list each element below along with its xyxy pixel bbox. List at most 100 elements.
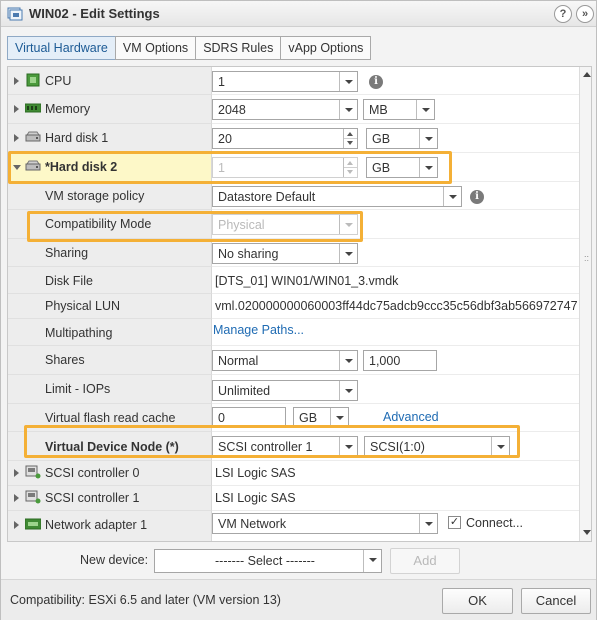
network-adapter-icon [25, 518, 41, 530]
sharing-row: Sharing No sharing [8, 239, 579, 267]
new-device-label: New device: [80, 553, 149, 567]
scroll-grip-icon[interactable]: :: [584, 254, 589, 263]
cpu-count-value: 1 [218, 75, 225, 89]
compatibility-text: Compatibility: ESXi 6.5 and later (VM ve… [10, 593, 281, 607]
tab-vapp-options[interactable]: vApp Options [280, 36, 372, 60]
scsi-controller-0-label: SCSI controller 0 [45, 466, 140, 480]
sharing-combo[interactable]: No sharing [212, 243, 358, 264]
sharing-label: Sharing [45, 246, 89, 260]
shares-label: Shares [45, 353, 85, 367]
scroll-up-icon[interactable] [583, 72, 591, 77]
memory-label: Memory [45, 102, 91, 116]
new-device-value: ------- Select ------- [215, 554, 315, 568]
scsi-controller-1-value: LSI Logic SAS [215, 491, 296, 505]
ok-button[interactable]: OK [442, 588, 513, 614]
manage-paths-link[interactable]: Manage Paths... [213, 323, 304, 337]
scsi-controller-0-row: SCSI controller 0 LSI Logic SAS [8, 461, 579, 486]
add-button[interactable]: Add [390, 548, 460, 574]
chevron-down-icon[interactable] [419, 514, 437, 533]
hardware-panel: CPU 1 i Memory 2048 MB Hard disk 1 20 GB… [7, 66, 592, 542]
multipathing-label: Multipathing [45, 326, 113, 340]
memory-size-combo[interactable]: 2048 [212, 99, 358, 120]
scsi-controller-1-row: SCSI controller 1 LSI Logic SAS [8, 486, 579, 511]
memory-unit-combo[interactable]: MB [363, 99, 435, 120]
highlight-compat-mode [27, 211, 363, 242]
connect-checkbox[interactable]: ✓ [448, 516, 461, 529]
scsi-controller-0-value: LSI Logic SAS [215, 466, 296, 480]
hard-disk-1-size-spinner[interactable]: 20 [212, 128, 358, 149]
cpu-label: CPU [45, 74, 72, 88]
chevron-down-icon[interactable] [339, 100, 357, 119]
advanced-link[interactable]: Advanced [383, 410, 439, 424]
highlight-hard-disk-2 [8, 151, 452, 184]
hard-disk-1-label: Hard disk 1 [45, 131, 109, 145]
flash-cache-unit-value: GB [299, 411, 318, 425]
expand-arrow-icon[interactable] [14, 105, 19, 113]
tab-virtual-hardware[interactable]: Virtual Hardware [7, 36, 116, 60]
disk-file-label: Disk File [45, 274, 93, 288]
memory-icon [25, 103, 41, 113]
chevron-down-icon[interactable] [339, 72, 357, 91]
physical-lun-label: Physical LUN [45, 299, 121, 313]
shares-row: Shares Normal 1,000 [8, 346, 579, 375]
expand-arrow-icon[interactable] [14, 494, 19, 502]
limit-iops-combo[interactable]: Unlimited [212, 380, 358, 401]
highlight-device-node [24, 425, 520, 458]
chevron-down-icon[interactable] [416, 100, 434, 119]
network-adapter-1-row: Network adapter 1 VM Network ✓ Connect..… [8, 511, 579, 541]
storage-policy-value: Datastore Default [218, 190, 316, 204]
tab-sdrs-rules[interactable]: SDRS Rules [195, 36, 282, 60]
chevron-down-icon[interactable] [419, 129, 437, 148]
shares-amount-value: 1,000 [369, 354, 401, 368]
expand-arrow-icon[interactable] [14, 469, 19, 477]
scsi-controller-1-label: SCSI controller 1 [45, 491, 140, 505]
storage-policy-combo[interactable]: Datastore Default [212, 186, 462, 207]
tab-bar: Virtual Hardware VM Options SDRS Rules v… [7, 36, 372, 60]
network-value: VM Network [218, 517, 287, 531]
vertical-scrollbar[interactable]: :: [579, 67, 591, 541]
cpu-row: CPU 1 i [8, 67, 579, 95]
flash-cache-value: 0 [218, 411, 225, 425]
chevron-down-icon[interactable] [443, 187, 461, 206]
info-icon[interactable]: i [369, 75, 383, 89]
cpu-count-combo[interactable]: 1 [212, 71, 358, 92]
expand-arrow-icon[interactable] [14, 134, 19, 142]
expand-arrow-icon[interactable] [14, 77, 19, 85]
tab-vm-options[interactable]: VM Options [114, 36, 197, 60]
info-icon[interactable]: i [470, 190, 484, 204]
sharing-value: No sharing [218, 247, 279, 261]
hard-disk-1-unit-combo[interactable]: GB [366, 128, 438, 149]
limit-iops-value: Unlimited [218, 384, 271, 398]
shares-value: Normal [218, 354, 259, 368]
shares-amount-input[interactable]: 1,000 [363, 350, 437, 371]
hard-disk-1-row: Hard disk 1 20 GB [8, 124, 579, 153]
physical-lun-value: vml.020000000060003ff44dc75adcb9ccc35c56… [215, 299, 578, 313]
shares-combo[interactable]: Normal [212, 350, 358, 371]
chevron-down-icon[interactable] [339, 244, 357, 263]
expand-button[interactable]: » [576, 5, 594, 23]
chevron-down-icon[interactable] [339, 351, 357, 370]
new-device-combo[interactable]: ------- Select ------- [154, 549, 382, 573]
chevron-down-icon[interactable] [363, 550, 381, 572]
footer: Compatibility: ESXi 6.5 and later (VM ve… [1, 579, 596, 620]
disk-file-value: [DTS_01] WIN01/WIN01_3.vmdk [215, 274, 399, 288]
help-button[interactable]: ? [554, 5, 572, 23]
connect-label: Connect... [466, 516, 523, 530]
dialog-title: WIN02 - Edit Settings [29, 6, 160, 21]
cpu-icon [26, 73, 40, 87]
network-adapter-1-label: Network adapter 1 [45, 518, 148, 532]
spin-down-icon[interactable] [343, 138, 357, 148]
multipathing-row: Multipathing Manage Paths... [8, 319, 579, 346]
scroll-down-icon[interactable] [583, 530, 591, 535]
chevron-down-icon[interactable] [339, 381, 357, 400]
edit-settings-dialog: WIN02 - Edit Settings ? » Virtual Hardwa… [0, 0, 597, 620]
hard-disk-1-unit-value: GB [372, 132, 391, 146]
limit-iops-label: Limit - IOPs [45, 382, 111, 396]
memory-unit-value: MB [369, 103, 388, 117]
scsi-controller-icon [25, 490, 41, 504]
hard-disk-icon [25, 131, 41, 142]
cancel-button[interactable]: Cancel [521, 588, 591, 614]
physical-lun-row: Physical LUN vml.020000000060003ff44dc75… [8, 294, 579, 319]
network-combo[interactable]: VM Network [212, 513, 438, 534]
expand-arrow-icon[interactable] [14, 521, 19, 529]
